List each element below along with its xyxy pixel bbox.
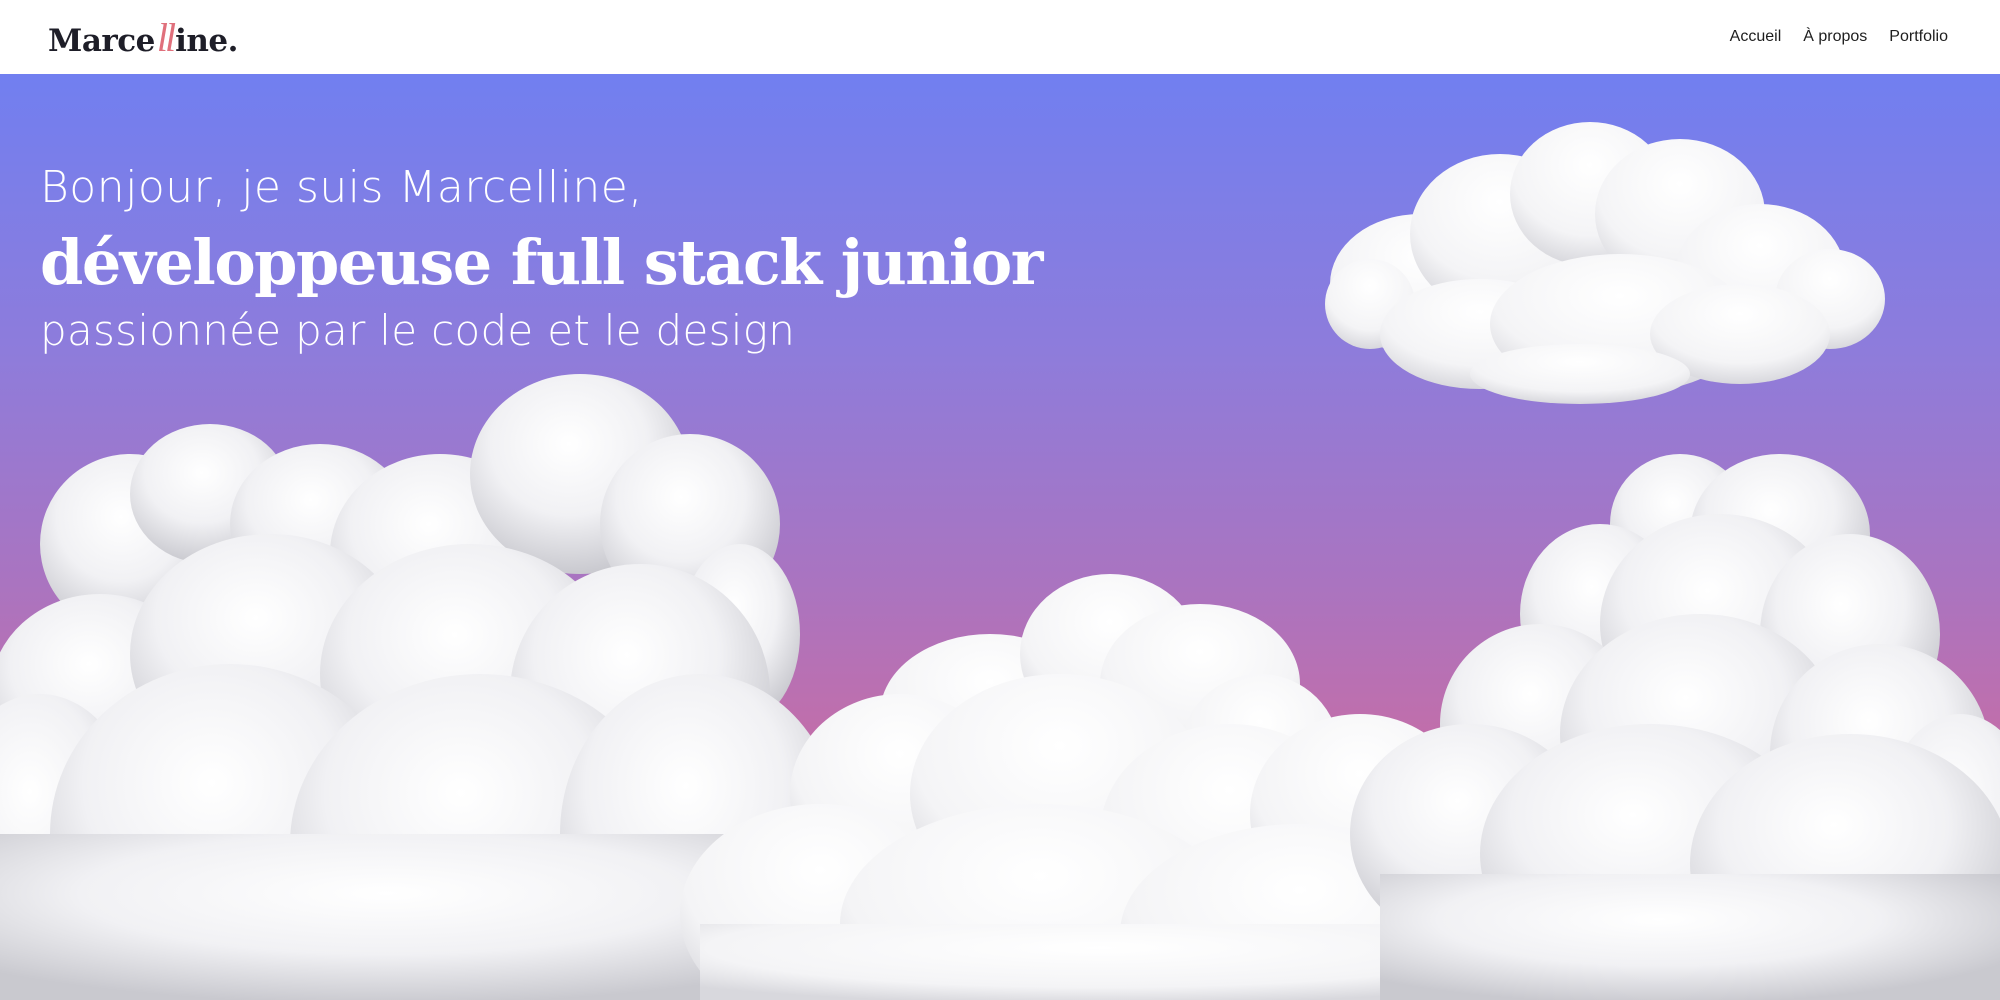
hero-greeting: Bonjour, je suis Marcelline, xyxy=(40,162,643,213)
cloud-small xyxy=(1325,122,1885,404)
hero-section: Bonjour, je suis Marcelline, développeus… xyxy=(0,74,2000,1000)
nav-link-accueil[interactable]: Accueil xyxy=(1730,28,1782,46)
hero-text: Bonjour, je suis Marcelline, développeus… xyxy=(40,162,1043,355)
main-nav: Accueil À propos Portfolio xyxy=(1730,28,1948,46)
logo-accent: ll xyxy=(156,14,176,60)
hero-role: développeuse full stack junior xyxy=(40,226,1043,299)
cloud-right xyxy=(1350,454,2000,1000)
hero-tagline: passionnée par le code et le design xyxy=(40,306,796,355)
site-header: Marce ll ine. Accueil À propos Portfolio xyxy=(0,0,2000,74)
site-logo[interactable]: Marce ll ine. xyxy=(48,14,238,61)
nav-link-a-propos[interactable]: À propos xyxy=(1803,28,1867,46)
nav-link-portfolio[interactable]: Portfolio xyxy=(1889,28,1948,46)
logo-text-start: Marce xyxy=(48,22,155,59)
logo-text-end: ine. xyxy=(175,22,238,59)
